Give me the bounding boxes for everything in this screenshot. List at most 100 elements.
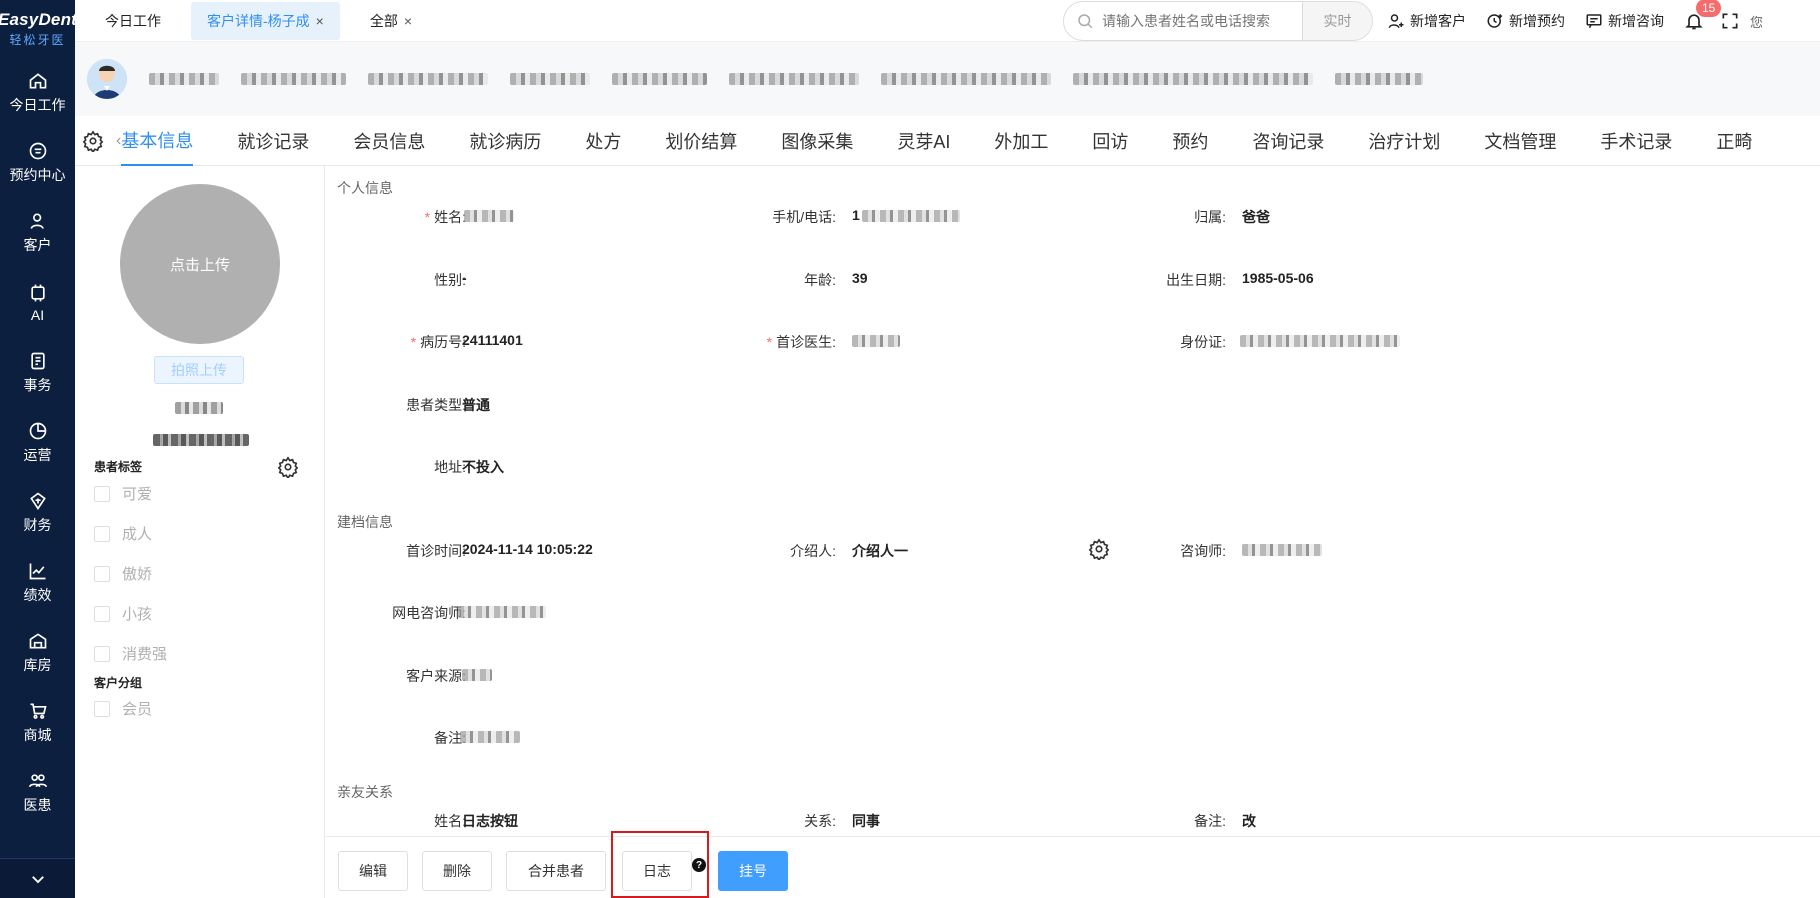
tab-prescription[interactable]: 处方	[585, 116, 621, 166]
tab-today[interactable]: 今日工作	[89, 2, 177, 40]
tab-label: 客户详情-杨子成	[207, 12, 310, 29]
sidebar-item-ai[interactable]: AI	[0, 268, 75, 338]
gear-icon[interactable]	[277, 456, 299, 478]
tags-title: 患者标签	[94, 460, 143, 474]
register-button[interactable]: 挂号	[718, 851, 788, 891]
add-consult-button[interactable]: 新增咨询	[1585, 11, 1664, 31]
sidebar-item-label: 商城	[23, 727, 52, 743]
sidebar-item-operation[interactable]: 运营	[0, 408, 75, 478]
field-value-referrer: 介绍人一	[852, 543, 908, 559]
sidebar-item-label: 绩效	[23, 587, 52, 603]
tag-label: 小孩	[122, 606, 153, 623]
add-customer-button[interactable]: 新增客户	[1387, 11, 1466, 31]
sidebar-item-label: 医患	[23, 797, 52, 813]
field-label-doctor: * 首诊医生:	[766, 334, 836, 350]
close-icon[interactable]: ×	[404, 13, 412, 29]
user-menu[interactable]: 您	[1750, 12, 1763, 31]
sidebar-item-doctor-patient[interactable]: 医患	[0, 758, 75, 828]
tab-follow-up[interactable]: 回访	[1092, 116, 1128, 166]
sidebar-item-finance[interactable]: 财务	[0, 478, 75, 548]
tab-customer-detail[interactable]: 客户详情-杨子成 ×	[191, 1, 340, 40]
merge-patient-button[interactable]: 合并患者	[506, 851, 606, 891]
tab-surgery-records[interactable]: 手术记录	[1600, 116, 1672, 166]
masked-consultant-value	[1242, 544, 1322, 556]
sidebar-item-customer[interactable]: 客户	[0, 198, 75, 268]
tag-checkbox[interactable]: 成人	[94, 523, 152, 544]
tab-appointment[interactable]: 预约	[1172, 116, 1208, 166]
field-label-tele-consultant: 网电咨询师:	[392, 605, 466, 621]
delete-button[interactable]: 删除	[422, 851, 492, 891]
tab-documents[interactable]: 文档管理	[1484, 116, 1556, 166]
checkbox[interactable]	[94, 700, 110, 717]
checkbox[interactable]	[94, 565, 110, 582]
checkbox[interactable]	[94, 605, 110, 622]
sidebar-item-affairs[interactable]: 事务	[0, 338, 75, 408]
tab-orthodontics[interactable]: 正畸	[1716, 116, 1752, 166]
tab-billing[interactable]: 划价结算	[665, 116, 737, 166]
field-label-phone: 手机/电话:	[772, 209, 836, 225]
section-archive-info: 建档信息	[337, 514, 393, 530]
avatar-upload[interactable]: 点击上传	[120, 184, 280, 344]
field-value-family-remark: 改	[1242, 813, 1256, 829]
tag-checkbox[interactable]: 小孩	[94, 603, 152, 624]
masked-tele-consultant-value	[458, 606, 546, 618]
fullscreen-icon[interactable]	[1720, 11, 1740, 31]
field-label-name: * 姓名:	[424, 209, 466, 225]
tab-all[interactable]: 全部 ×	[354, 2, 428, 40]
tab-label: 今日工作	[105, 12, 161, 29]
group-title: 客户分组	[94, 676, 143, 690]
home-icon	[29, 73, 46, 89]
sidebar-item-warehouse[interactable]: 库房	[0, 618, 75, 688]
tab-member-info[interactable]: 会员信息	[353, 116, 425, 166]
sidebar-item-label: 预约中心	[9, 167, 66, 183]
tab-visit-records[interactable]: 就诊记录	[237, 116, 309, 166]
sidebar-collapse-button[interactable]	[0, 858, 75, 898]
field-value-type: 普通	[462, 397, 490, 413]
gear-icon[interactable]	[82, 129, 104, 152]
photo-upload-button[interactable]: 拍照上传	[154, 356, 244, 384]
tab-consult-records[interactable]: 咨询记录	[1252, 116, 1324, 166]
tag-checkbox[interactable]: 消费强	[94, 643, 167, 664]
tag-checkbox[interactable]: 傲娇	[94, 563, 152, 584]
close-icon[interactable]: ×	[316, 13, 324, 29]
checkbox[interactable]	[94, 645, 110, 662]
sidebar-item-label: 事务	[23, 377, 52, 393]
checkbox[interactable]	[94, 525, 110, 542]
tab-external-processing[interactable]: 外加工	[994, 116, 1048, 166]
basic-info-form: 个人信息 * 姓名: 手机/电话: 1 归属: 爸爸 性别: - 年龄: 39 出…	[326, 166, 1820, 836]
action-label: 新增客户	[1410, 13, 1466, 29]
sidebar-item-performance[interactable]: 绩效	[0, 548, 75, 618]
tab-medical-records[interactable]: 就诊病历	[469, 116, 541, 166]
tag-checkbox[interactable]: 可爱	[94, 483, 152, 504]
tab-basic-info[interactable]: 基本信息	[121, 116, 194, 166]
tab-treatment-plan[interactable]: 治疗计划	[1368, 116, 1440, 166]
masked-info	[1335, 73, 1423, 85]
tab-image-capture[interactable]: 图像采集	[781, 116, 853, 166]
search-mode-button[interactable]: 实时	[1302, 2, 1372, 40]
sidebar-item-appointment[interactable]: 预约中心	[0, 128, 75, 198]
checkbox[interactable]	[94, 485, 110, 502]
edit-button[interactable]: 编辑	[338, 851, 408, 891]
patient-summary-bar	[75, 42, 1820, 116]
field-label-age: 年龄:	[804, 272, 836, 288]
sidebar-item-label: 库房	[23, 657, 52, 673]
help-icon[interactable]: ?	[692, 858, 706, 872]
field-label-family-remark: 备注:	[1194, 813, 1226, 829]
masked-id-value	[1240, 335, 1400, 347]
tab-ai[interactable]: 灵芽AI	[897, 116, 950, 166]
add-user-icon	[1388, 14, 1404, 29]
chevron-down-icon	[31, 875, 44, 883]
notification-button[interactable]: 15	[1684, 0, 1722, 31]
field-label-gender: 性别:	[434, 272, 466, 288]
add-appointment-button[interactable]: 新增预约	[1486, 11, 1565, 31]
sidebar-item-today[interactable]: 今日工作	[0, 58, 75, 128]
group-checkbox[interactable]: 会员	[94, 698, 152, 719]
field-label-relation: 归属:	[1194, 209, 1226, 225]
action-label: 新增咨询	[1608, 13, 1664, 29]
field-label-remark: 备注:	[434, 730, 466, 746]
add-appointment-icon	[1487, 14, 1503, 28]
sidebar-item-mall[interactable]: 商城	[0, 688, 75, 758]
search-input[interactable]	[1102, 13, 1302, 29]
sidebar-item-label: 客户	[23, 237, 52, 253]
action-label: 新增预约	[1509, 13, 1565, 29]
